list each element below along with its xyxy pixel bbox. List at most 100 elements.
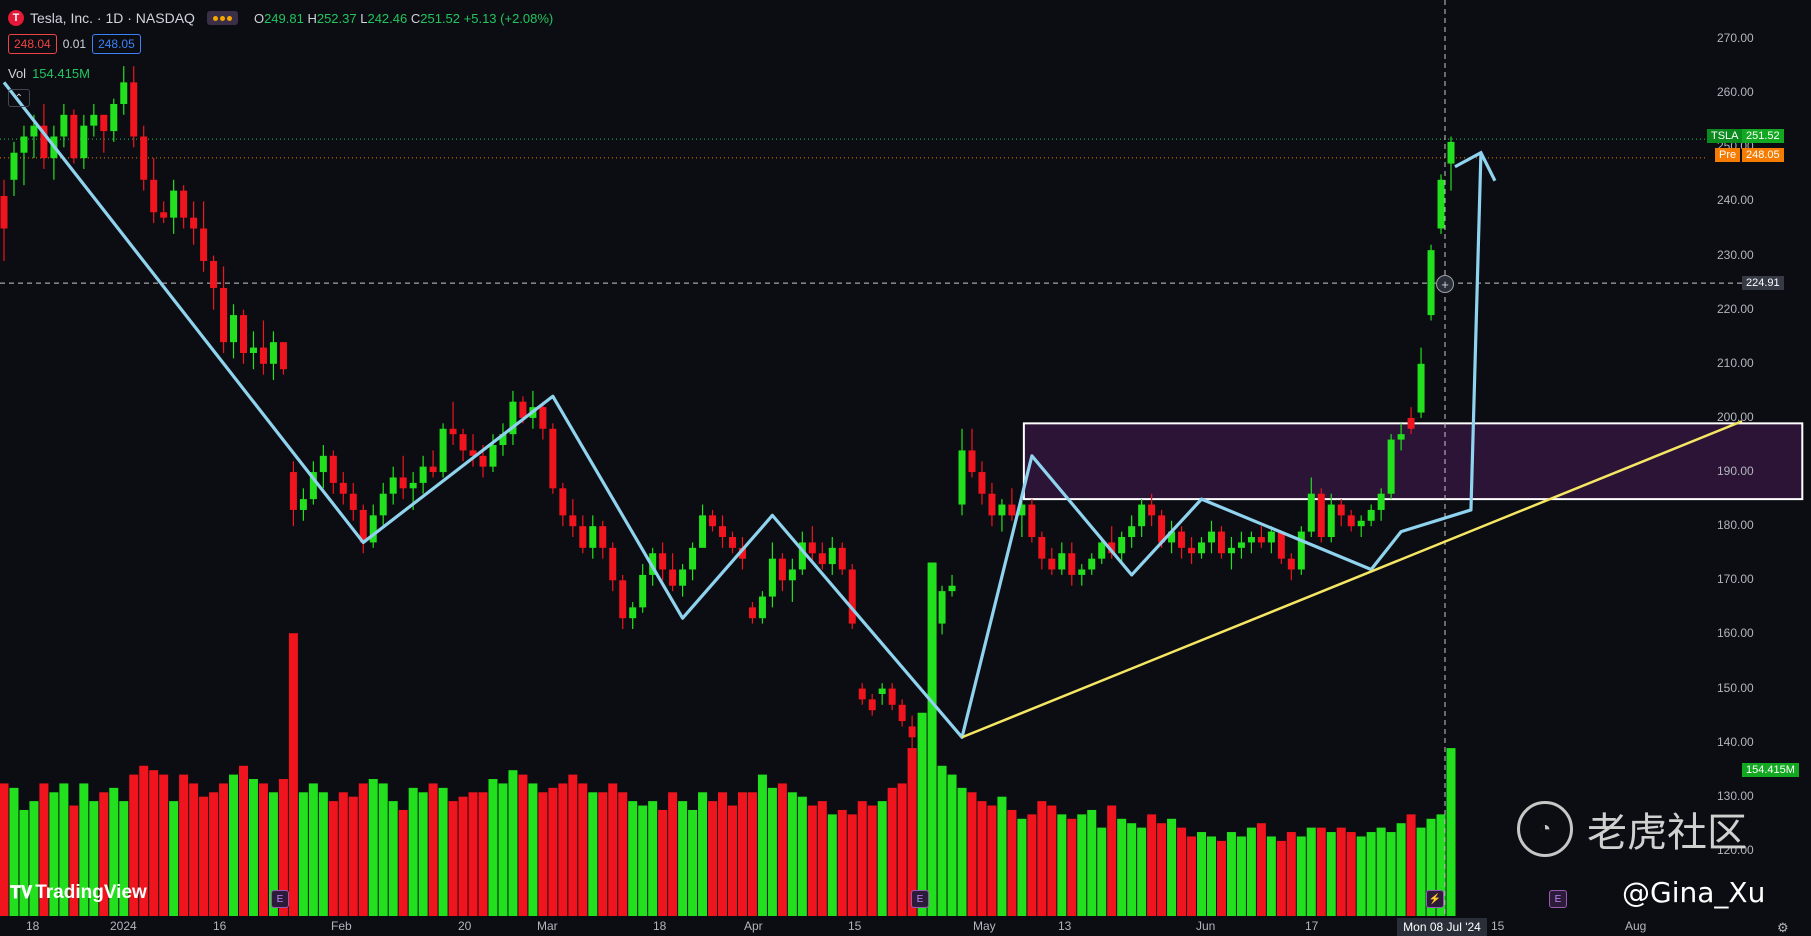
volume-bar <box>867 805 877 916</box>
candle-body <box>1267 531 1275 543</box>
candle-body <box>269 342 277 364</box>
add-plus-icon[interactable]: + <box>1436 275 1454 293</box>
candle-body <box>30 125 38 137</box>
candle-body <box>1307 493 1315 532</box>
time-axis-tick: 18 <box>26 919 40 933</box>
candle-body <box>429 466 437 473</box>
tesla-logo-icon: T <box>8 10 24 26</box>
candle-body <box>659 553 667 570</box>
volume-bar <box>1416 827 1426 916</box>
buy-price-button[interactable]: 248.05 <box>92 34 141 54</box>
price-axis-tick: 200.00 <box>1717 409 1754 424</box>
candle-body <box>539 407 547 429</box>
volume-bar <box>159 774 169 916</box>
candle-body <box>768 558 776 597</box>
time-axis-tick: 2024 <box>110 919 137 933</box>
volume-bar <box>308 783 318 916</box>
volume-bar <box>837 809 847 916</box>
time-axis-tick: Mar <box>537 919 558 933</box>
volume-bar <box>688 809 698 916</box>
volume-bar <box>408 787 418 916</box>
volume-bar <box>1067 818 1077 916</box>
candle-body <box>100 114 108 132</box>
candle-body <box>788 569 796 581</box>
earnings-event-icon[interactable]: E <box>911 890 929 908</box>
volume-bar <box>169 801 179 916</box>
candle-body <box>220 288 228 343</box>
volume-bar <box>1127 823 1137 916</box>
candle-body <box>1118 537 1126 554</box>
volume-bar <box>718 792 728 916</box>
volume-bar <box>179 774 189 916</box>
volume-bar <box>1396 823 1406 916</box>
candle-body <box>908 726 916 738</box>
sell-price-button[interactable]: 248.04 <box>8 34 57 54</box>
volume-bar <box>797 796 807 916</box>
candle-body <box>1387 439 1395 494</box>
volume-bar <box>1246 827 1256 916</box>
candle-body <box>1217 531 1225 554</box>
price-axis-tick: 260.00 <box>1717 85 1754 100</box>
candle-body <box>130 82 138 137</box>
symbol-title[interactable]: Tesla, Inc. · 1D · NASDAQ <box>30 10 195 26</box>
volume-bar <box>737 792 747 916</box>
candle-body <box>399 477 407 489</box>
last-price-tag: 251.52 <box>1742 129 1784 143</box>
price-axis-tick: 230.00 <box>1717 247 1754 262</box>
price-axis-tick: 150.00 <box>1717 680 1754 695</box>
candle-body <box>918 731 926 738</box>
candle-body <box>389 477 397 494</box>
candle-body <box>1088 558 1096 570</box>
candle-body <box>878 688 886 694</box>
tiger-logo-icon: ◔ <box>1517 801 1573 857</box>
candle-body <box>1397 434 1405 440</box>
candle-body <box>998 504 1006 516</box>
tradingview-logo: 𝐓𝐕 TradingView <box>10 882 147 903</box>
candle-body <box>70 114 78 159</box>
candle-body <box>0 196 8 229</box>
candle-body <box>160 212 168 218</box>
collapse-chevron-up-icon[interactable]: ⌃ <box>8 89 30 107</box>
volume-bar <box>338 792 348 916</box>
candle-body <box>1247 537 1255 543</box>
volume-bar <box>458 796 468 916</box>
earnings-event-icon[interactable]: E <box>271 890 289 908</box>
volume-bar <box>668 792 678 916</box>
volume-bar <box>239 765 249 916</box>
time-axis-tick: 17 <box>1305 919 1319 933</box>
volume-bar <box>658 809 668 916</box>
candle-body <box>1277 531 1285 559</box>
candle-body <box>758 596 766 619</box>
earnings-event-icon[interactable]: E <box>1549 890 1567 908</box>
market-status-icon[interactable] <box>206 11 238 25</box>
candle-body <box>609 547 617 581</box>
candle-body <box>748 607 756 619</box>
volume-bar <box>1446 748 1456 916</box>
volume-bar <box>368 779 378 916</box>
spread-value: 0.01 <box>62 37 87 51</box>
dividend-event-icon[interactable]: ⚡ <box>1426 890 1444 908</box>
volume-bar <box>1167 818 1177 916</box>
volume-bar <box>817 801 827 916</box>
candle-body <box>1058 553 1066 570</box>
volume-bar <box>777 783 787 916</box>
consolidation-zone <box>1022 422 1804 501</box>
volume-bar <box>1366 832 1376 916</box>
volume-bar <box>1206 836 1216 916</box>
volume-bar <box>937 765 947 916</box>
time-axis-tick: Jun <box>1196 919 1216 933</box>
price-chart[interactable] <box>0 0 1811 936</box>
candle-body <box>200 228 208 261</box>
pre-price-tag: 248.05 <box>1742 148 1784 162</box>
candle-body <box>419 466 427 483</box>
volume-bar <box>757 774 767 916</box>
volume-bar <box>887 787 897 916</box>
volume-bar <box>538 792 548 916</box>
volume-bar <box>528 783 538 916</box>
volume-bar <box>947 774 957 916</box>
volume-bar <box>708 801 718 916</box>
volume-bar <box>199 796 209 916</box>
settings-gear-icon[interactable]: ⚙ <box>1777 920 1789 936</box>
time-axis-tick: 18 <box>653 919 667 933</box>
candle-body <box>479 455 487 467</box>
